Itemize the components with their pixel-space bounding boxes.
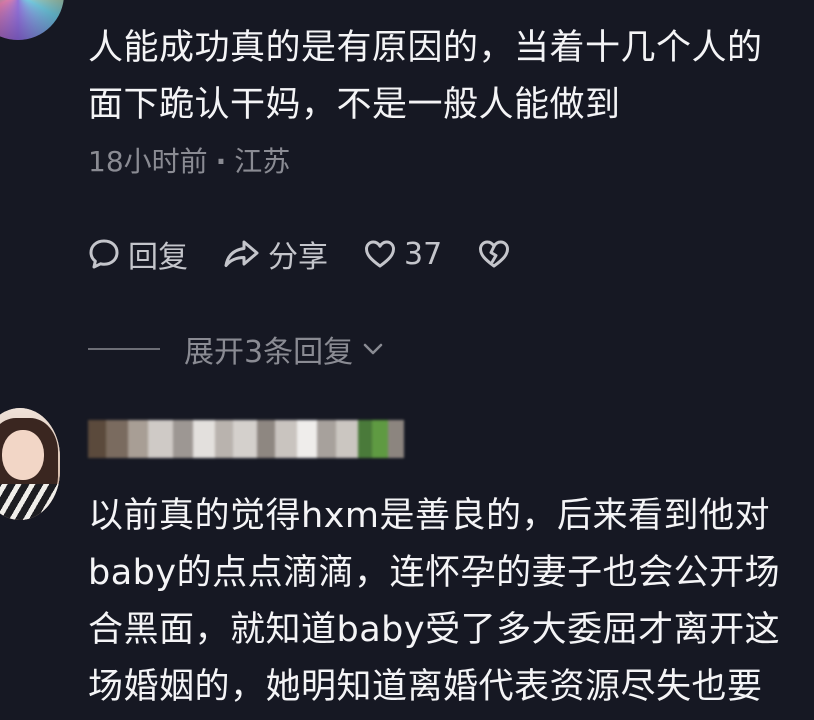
comment-actions: 回复 分享 37 [86, 228, 546, 280]
broken-heart-icon [476, 236, 512, 272]
comment-line: 以前真的觉得hxm是善良的，后来看到他对 [88, 496, 770, 536]
comment-text: 人能成功真的是有原因的，当着十几个人的 面下跪认干妈，不是一般人能做到 [88, 20, 794, 134]
share-arrow-icon [222, 236, 262, 272]
comment-location: 江苏 [234, 145, 291, 178]
like-button[interactable]: 37 [362, 236, 442, 272]
share-button[interactable]: 分享 [222, 232, 328, 276]
comment-line: 场婚姻的，她明知道离婚代表资源尽失也要 [88, 667, 763, 707]
comment-line: 面下跪认干妈，不是一般人能做到 [88, 85, 621, 125]
avatar[interactable] [0, 408, 60, 520]
comment-meta: 18小时前 · 江苏 [88, 142, 290, 182]
comment-line: baby的点点滴滴，连怀孕的妻子也会公开场 [88, 553, 781, 593]
avatar[interactable] [0, 0, 64, 40]
comment-bubble-icon [86, 236, 122, 272]
divider-line [88, 348, 160, 350]
share-label: 分享 [268, 240, 328, 275]
comment-time: 18小时前 [88, 145, 208, 178]
chevron-down-icon [353, 335, 387, 363]
heart-outline-icon [362, 236, 398, 272]
dislike-button[interactable] [476, 236, 512, 272]
comment-thread: 人能成功真的是有原因的，当着十几个人的 面下跪认干妈，不是一般人能做到 18小时… [0, 0, 814, 720]
expand-replies-label: 展开3条回复 [184, 335, 354, 370]
meta-separator: · [215, 145, 227, 178]
comment-line: 人能成功真的是有原因的，当着十几个人的 [88, 28, 763, 68]
blurred-username[interactable] [88, 420, 404, 458]
like-count: 37 [404, 236, 443, 272]
comment-text: 以前真的觉得hxm是善良的，后来看到他对 baby的点点滴滴，连怀孕的妻子也会公… [88, 488, 794, 716]
reply-button[interactable]: 回复 [86, 232, 188, 276]
comment-line: 合黑面，就知道baby受了多大委屈才离开这 [88, 610, 781, 650]
expand-replies-button[interactable]: 展开3条回复 [88, 322, 387, 376]
reply-label: 回复 [128, 240, 188, 275]
